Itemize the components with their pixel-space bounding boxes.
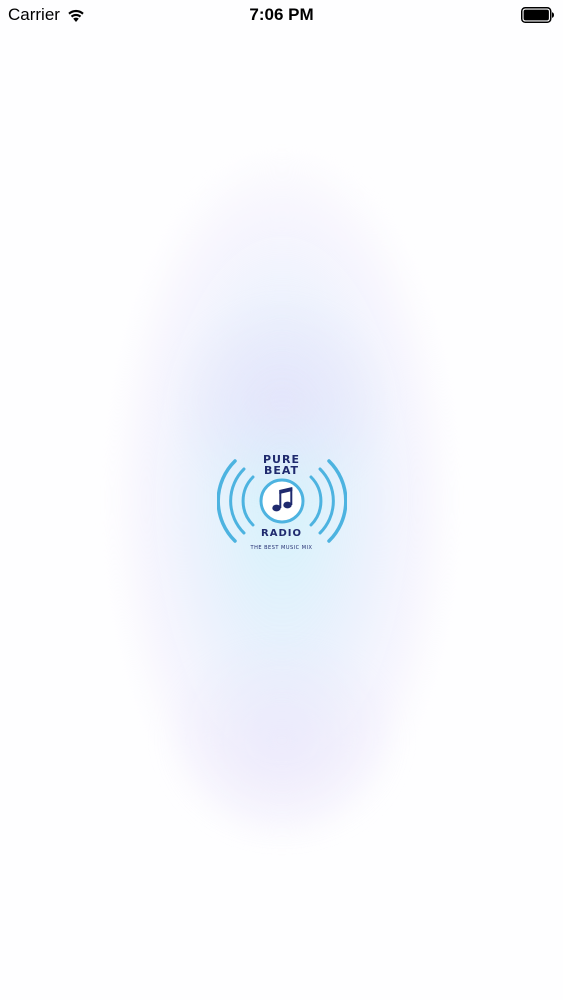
logo-tagline: THE BEST MUSIC MIX [250, 545, 313, 551]
background-glow-bottom [161, 640, 402, 840]
status-bar: Carrier 7:06 PM [0, 0, 563, 30]
logo-text-beat: BEAT [263, 464, 300, 477]
logo-text-radio: RADIO [261, 528, 302, 539]
battery-icon [521, 7, 554, 23]
app-logo: PURE BEAT RADIO THE BEST MUSIC MIX [216, 453, 347, 560]
music-note-icon [271, 487, 292, 512]
splash-screen: Carrier 7:06 PM PURE BEAT RADIO THE BEST… [0, 0, 563, 1000]
status-time: 7:06 PM [249, 5, 314, 24]
